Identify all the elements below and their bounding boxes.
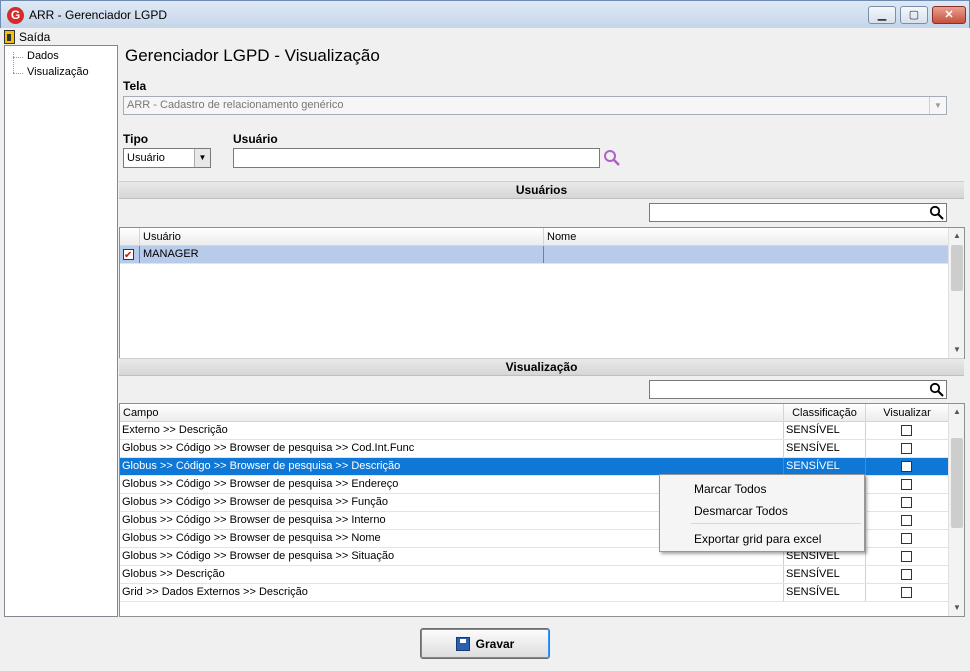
usuario-input[interactable] — [233, 148, 600, 168]
visualizar-checkbox[interactable] — [901, 479, 912, 490]
view-grid-header: Campo Classificação Visualizar — [120, 404, 949, 422]
view-header-visualizar[interactable]: Visualizar — [866, 404, 949, 422]
visualizar-cell — [866, 584, 949, 601]
users-section-header: Usuários — [119, 181, 964, 199]
table-row[interactable]: MANAGER — [120, 246, 949, 264]
visualizar-checkbox[interactable] — [901, 569, 912, 580]
view-header-campo[interactable]: Campo — [120, 404, 784, 422]
tipo-value: Usuário — [127, 152, 165, 164]
user-usuario-cell: MANAGER — [140, 246, 544, 263]
view-filter-input[interactable] — [649, 380, 947, 399]
scroll-up-icon[interactable]: ▲ — [949, 404, 964, 420]
menu-separator — [691, 523, 861, 524]
view-section-header: Visualização — [119, 358, 964, 376]
visualizar-cell — [866, 440, 949, 457]
view-header-classificacao[interactable]: Classificação — [784, 404, 866, 422]
visualizar-checkbox[interactable] — [901, 443, 912, 454]
campo-cell: Externo >> Descrição — [120, 422, 784, 439]
user-checkbox[interactable] — [123, 247, 134, 263]
close-button[interactable]: ✕ — [932, 6, 966, 24]
menu-bar: Saída — [0, 28, 970, 45]
app-logo-icon: G — [7, 7, 24, 24]
visualizar-checkbox[interactable] — [901, 587, 912, 598]
users-header-usuario[interactable]: Usuário — [140, 228, 544, 246]
navigation-tree: Dados Visualização — [4, 45, 118, 617]
visualizar-checkbox[interactable] — [901, 515, 912, 526]
scroll-thumb[interactable] — [951, 438, 963, 528]
campo-cell: Grid >> Dados Externos >> Descrição — [120, 584, 784, 601]
visualizar-cell — [866, 566, 949, 583]
minimize-button[interactable]: ▁ — [868, 6, 896, 24]
tipo-combobox[interactable]: Usuário ▼ — [123, 148, 211, 168]
menu-item-exportar-excel[interactable]: Exportar grid para excel — [694, 532, 821, 546]
tela-value: ARR - Cadastro de relacionamento genéric… — [127, 99, 344, 111]
visualizar-checkbox[interactable] — [901, 551, 912, 562]
window-title: ARR - Gerenciador LGPD — [29, 8, 168, 22]
scroll-thumb[interactable] — [951, 245, 963, 291]
users-filter-input[interactable] — [649, 203, 947, 222]
table-row[interactable]: Grid >> Dados Externos >> Descrição SENSÍ… — [120, 584, 949, 602]
row-check-cell — [120, 246, 140, 263]
tree-item-visualizacao[interactable]: Visualização — [13, 66, 89, 78]
visualizar-cell — [866, 530, 949, 547]
menu-item-desmarcar-todos[interactable]: Desmarcar Todos — [694, 504, 788, 518]
floppy-disk-icon — [455, 636, 470, 651]
visualizar-checkbox[interactable] — [901, 425, 912, 436]
title-bar: G ARR - Gerenciador LGPD ▁ ▢ ✕ — [0, 0, 970, 28]
search-icon[interactable] — [603, 149, 621, 167]
users-header-nome[interactable]: Nome — [544, 228, 949, 246]
scroll-up-icon[interactable]: ▲ — [949, 228, 964, 244]
classificacao-cell: SENSÍVEL — [784, 440, 866, 457]
usuario-label: Usuário — [233, 132, 278, 146]
search-icon[interactable] — [929, 382, 944, 397]
save-button[interactable]: Gravar — [420, 628, 550, 659]
scroll-down-icon[interactable]: ▼ — [949, 342, 964, 358]
classificacao-cell: SENSÍVEL — [784, 566, 866, 583]
visualizar-cell — [866, 476, 949, 493]
table-row[interactable]: Externo >> Descrição SENSÍVEL — [120, 422, 949, 440]
users-grid: Usuário Nome MANAGER ▲ ▼ — [119, 227, 965, 359]
campo-cell: Globus >> Descrição — [120, 566, 784, 583]
campo-cell: Globus >> Código >> Browser de pesquisa … — [120, 440, 784, 457]
tree-item-dados[interactable]: Dados — [13, 50, 59, 62]
classificacao-cell: SENSÍVEL — [784, 458, 866, 475]
scroll-down-icon[interactable]: ▼ — [949, 600, 964, 616]
users-scrollbar[interactable]: ▲ ▼ — [948, 228, 964, 358]
visualizar-checkbox[interactable] — [901, 533, 912, 544]
visualizar-checkbox[interactable] — [901, 497, 912, 508]
maximize-button[interactable]: ▢ — [900, 6, 928, 24]
table-row[interactable]: Globus >> Descrição SENSÍVEL — [120, 566, 949, 584]
context-menu: Marcar Todos Desmarcar Todos Exportar gr… — [659, 474, 865, 552]
visualizar-cell — [866, 548, 949, 565]
search-icon[interactable] — [929, 205, 944, 220]
visualizar-cell — [866, 512, 949, 529]
table-row[interactable]: Globus >> Código >> Browser de pesquisa … — [120, 440, 949, 458]
visualizar-cell — [866, 458, 949, 475]
exit-menu-item[interactable]: Saída — [4, 28, 50, 45]
exit-label: Saída — [19, 29, 51, 44]
classificacao-cell: SENSÍVEL — [784, 422, 866, 439]
user-nome-cell — [544, 246, 949, 263]
chevron-down-icon[interactable]: ▼ — [194, 149, 210, 167]
chevron-down-icon[interactable]: ▼ — [929, 97, 946, 114]
classificacao-cell: SENSÍVEL — [784, 584, 866, 601]
users-header-check — [120, 228, 140, 246]
visualizar-cell — [866, 494, 949, 511]
save-label: Gravar — [475, 636, 515, 651]
visualizar-checkbox[interactable] — [901, 461, 912, 472]
tela-label: Tela — [123, 79, 147, 93]
visualizar-cell — [866, 422, 949, 439]
page-title: Gerenciador LGPD - Visualização — [125, 46, 380, 65]
menu-item-marcar-todos[interactable]: Marcar Todos — [694, 482, 766, 496]
view-scrollbar[interactable]: ▲ ▼ — [948, 404, 964, 616]
users-grid-header: Usuário Nome — [120, 228, 949, 246]
campo-cell: Globus >> Código >> Browser de pesquisa … — [120, 458, 784, 475]
tela-combobox[interactable]: ARR - Cadastro de relacionamento genéric… — [123, 96, 947, 115]
tipo-label: Tipo — [123, 132, 149, 146]
exit-door-icon — [4, 29, 15, 44]
